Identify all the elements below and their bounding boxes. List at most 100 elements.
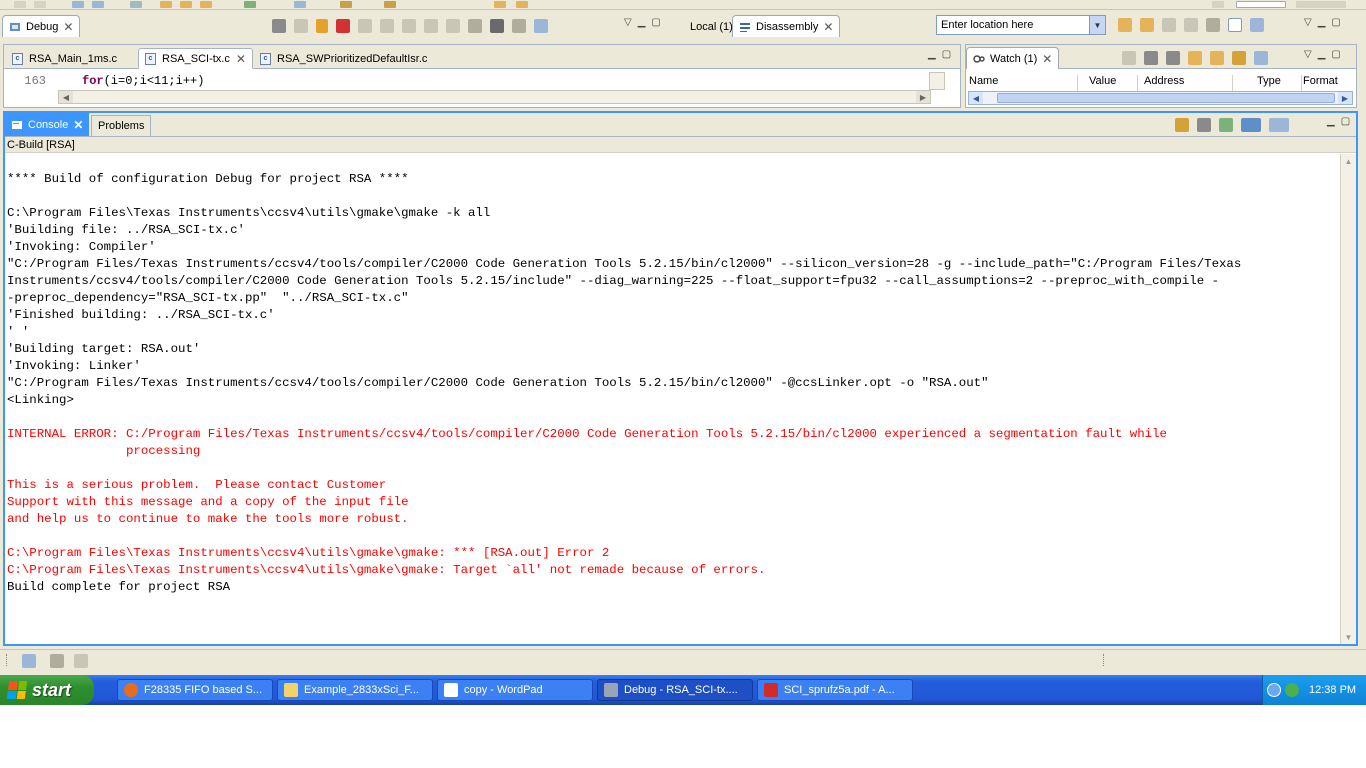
open-console-icon[interactable] [1269,118,1289,132]
maximize-icon[interactable]: ▢ [1341,116,1350,127]
minimize-icon[interactable]: ▁ [1318,49,1326,60]
step-icon[interactable] [1162,18,1176,32]
display-console-icon[interactable] [1241,118,1261,132]
perspective-other-button[interactable] [1296,1,1346,8]
console-vertical-scrollbar[interactable]: ▲ ▼ [1340,154,1356,644]
scroll-up-icon[interactable]: ▲ [1341,154,1356,168]
resume-icon[interactable] [294,19,308,33]
maximize-icon[interactable]: ▢ [1331,17,1340,28]
step-icon[interactable] [446,19,460,33]
toolbar-icon[interactable] [294,1,306,8]
step-icon[interactable] [1184,18,1198,32]
clear-console-icon[interactable] [1197,118,1211,132]
scroll-left-icon[interactable]: ◀ [969,92,983,104]
scroll-right-icon[interactable]: ▶ [1338,92,1352,104]
toolbar-icon[interactable] [130,1,142,8]
new-view-icon[interactable] [1254,51,1268,65]
close-icon[interactable]: ✕ [1042,53,1052,65]
memory-icon[interactable] [50,654,64,668]
tab-debug[interactable]: Debug ✕ [2,15,81,37]
refresh-icon[interactable] [1188,51,1202,65]
toolbar-icon[interactable] [340,1,352,8]
editor-tab-active[interactable]: c RSA_SCI-tx.c ✕ [138,48,253,69]
scroll-left-icon[interactable]: ◀ [59,91,73,103]
minimize-icon[interactable]: ▁ [1318,17,1326,28]
perspective-debug-button[interactable] [1236,1,1286,8]
collapse-all-icon[interactable] [1122,51,1136,65]
maximize-icon[interactable]: ▢ [1331,49,1340,60]
view-menu-icon[interactable]: ▽ [1304,17,1312,28]
go-to-icon[interactable] [1118,18,1132,32]
editor-tab[interactable]: c RSA_SWPrioritizedDefaultIsr.c [254,48,433,69]
remove-terminated-icon[interactable] [272,19,286,33]
remove-all-icon[interactable] [1166,51,1180,65]
toolbar-icon[interactable] [34,1,46,8]
suspend-icon[interactable] [316,19,328,33]
close-icon[interactable]: ✕ [823,21,833,33]
toolbar-icon[interactable] [516,1,528,8]
clock[interactable]: 12:38 PM [1309,684,1356,696]
watch-column-format[interactable]: Format [1300,75,1356,91]
toolbar-icon[interactable] [384,1,396,8]
close-icon[interactable]: ✕ [63,21,73,33]
terminate-icon[interactable] [336,19,350,33]
restart-icon[interactable] [512,19,526,33]
toolbar-icon[interactable] [180,1,192,8]
close-icon[interactable]: ✕ [236,53,246,65]
tab-problems[interactable]: Problems [91,115,152,136]
collapse-icon[interactable] [534,19,548,33]
tab-local[interactable]: Local (1) [684,16,739,38]
lock-icon[interactable] [1232,51,1246,65]
maximize-icon[interactable]: ▢ [942,49,951,60]
fast-view-icon[interactable] [22,654,36,668]
tab-disassembly[interactable]: Disassembly ✕ [732,15,841,37]
view-menu-icon[interactable]: ▽ [1304,49,1312,60]
step-into-icon[interactable] [358,19,372,33]
close-icon[interactable]: ✕ [73,119,83,131]
toolbar-icon[interactable] [244,1,256,8]
link-icon[interactable] [1228,18,1242,32]
new-view-icon[interactable] [1250,18,1264,32]
watch-column-type[interactable]: Type [1254,75,1302,91]
step-return-icon[interactable] [402,19,416,33]
console-output[interactable]: **** Build of configuration Debug for pr… [5,154,1340,644]
continuous-refresh-icon[interactable] [1210,51,1224,65]
watch-column-name[interactable]: Name [966,75,1078,91]
scrollbar-thumb[interactable] [997,93,1335,103]
toolbar-icon[interactable] [92,1,104,8]
reset-icon[interactable] [468,19,482,33]
watch-column-address[interactable]: Address [1141,75,1233,91]
remove-icon[interactable] [1144,51,1158,65]
connect-icon[interactable] [490,19,504,33]
chevron-left-icon[interactable] [1267,683,1281,697]
step-icon[interactable] [424,19,438,33]
taskbar-item-pdf[interactable]: SCI_sprufz5a.pdf - A... [757,679,913,701]
view-menu-icon[interactable]: ▽ [624,17,632,28]
scroll-down-icon[interactable]: ▼ [1341,630,1356,644]
minimize-icon[interactable]: ▁ [638,17,646,28]
toolbar-icon[interactable] [14,1,26,8]
taskbar-item-wordpad[interactable]: copy - WordPad [437,679,593,701]
step-over-icon[interactable] [380,19,394,33]
editor-horizontal-scrollbar[interactable]: ◀ ▶ [58,90,931,104]
toolbar-icon[interactable] [160,1,172,8]
taskbar-item-ccs[interactable]: Debug - RSA_SCI-tx.... [597,679,753,701]
tab-watch[interactable]: Watch (1) ✕ [966,47,1060,69]
toolbar-icon[interactable] [1212,1,1224,8]
code-line[interactable]: 163 for (i=0;i<11;i++) [4,72,939,90]
table-icon[interactable] [1206,18,1220,32]
trace-icon[interactable] [74,654,88,668]
editor-vertical-scrollbar[interactable] [929,72,945,90]
security-icon[interactable] [1285,683,1299,697]
location-input[interactable]: Enter location here ▼ [936,15,1106,35]
pin-console-icon[interactable] [1219,118,1233,132]
minimize-icon[interactable]: ▁ [928,49,936,60]
watch-column-value[interactable]: Value [1086,75,1138,91]
scroll-right-icon[interactable]: ▶ [916,91,930,103]
minimize-icon[interactable]: ▁ [1327,116,1335,127]
chevron-down-icon[interactable]: ▼ [1089,16,1105,34]
watch-horizontal-scrollbar[interactable]: ◀ ▶ [968,91,1353,105]
toolbar-icon[interactable] [494,1,506,8]
taskbar-item-firefox[interactable]: F28335 FIFO based S... [117,679,273,701]
maximize-icon[interactable]: ▢ [651,17,660,28]
